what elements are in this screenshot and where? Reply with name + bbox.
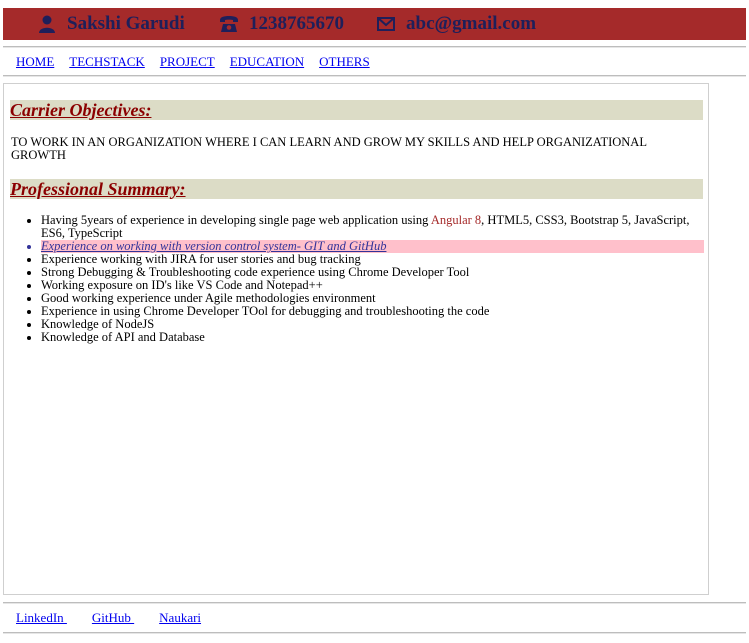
footer-links: LinkedIn GitHub Naukari: [16, 610, 226, 626]
list-item: Knowledge of API and Database: [41, 331, 704, 344]
nav-education[interactable]: EDUCATION: [230, 54, 304, 70]
header-email: abc@gmail.com: [406, 13, 537, 34]
envelope-icon: [376, 14, 396, 34]
list-item-text: Having 5years of experience in developin…: [41, 213, 431, 227]
summary-list: Having 5years of experience in developin…: [10, 214, 704, 344]
header-name: Sakshi Garudi: [67, 13, 185, 34]
accent-text: Angular 8: [430, 213, 482, 227]
header-phone-group: 1238765670: [219, 13, 344, 35]
objectives-heading: Carrier Objectives:: [10, 100, 703, 120]
content-panel: Carrier Objectives: TO WORK IN AN ORGANI…: [3, 83, 709, 595]
main-nav: HOME TECHSTACK PROJECT EDUCATION OTHERS: [16, 54, 385, 70]
naukari-link[interactable]: Naukari: [159, 610, 201, 626]
nav-others[interactable]: OTHERS: [319, 54, 370, 70]
phone-icon: [219, 14, 239, 34]
header-email-group: abc@gmail.com: [376, 13, 536, 35]
nav-project[interactable]: PROJECT: [160, 54, 215, 70]
github-link[interactable]: GitHub: [92, 610, 134, 626]
divider: [3, 602, 746, 604]
divider: [3, 46, 746, 48]
divider: [3, 75, 746, 77]
nav-home[interactable]: HOME: [16, 54, 54, 70]
linkedin-link[interactable]: LinkedIn: [16, 610, 67, 626]
person-icon: [37, 14, 57, 34]
summary-heading: Professional Summary:: [10, 179, 703, 199]
header-name-group: Sakshi Garudi: [37, 13, 185, 35]
nav-techstack[interactable]: TECHSTACK: [69, 54, 145, 70]
contact-header: Sakshi Garudi 1238765670 abc@gmail.com: [3, 8, 746, 40]
objectives-text: TO WORK IN AN ORGANIZATION WHERE I CAN L…: [11, 135, 647, 162]
list-item: Having 5years of experience in developin…: [41, 214, 704, 240]
divider: [3, 632, 746, 634]
header-phone: 1238765670: [249, 13, 344, 34]
